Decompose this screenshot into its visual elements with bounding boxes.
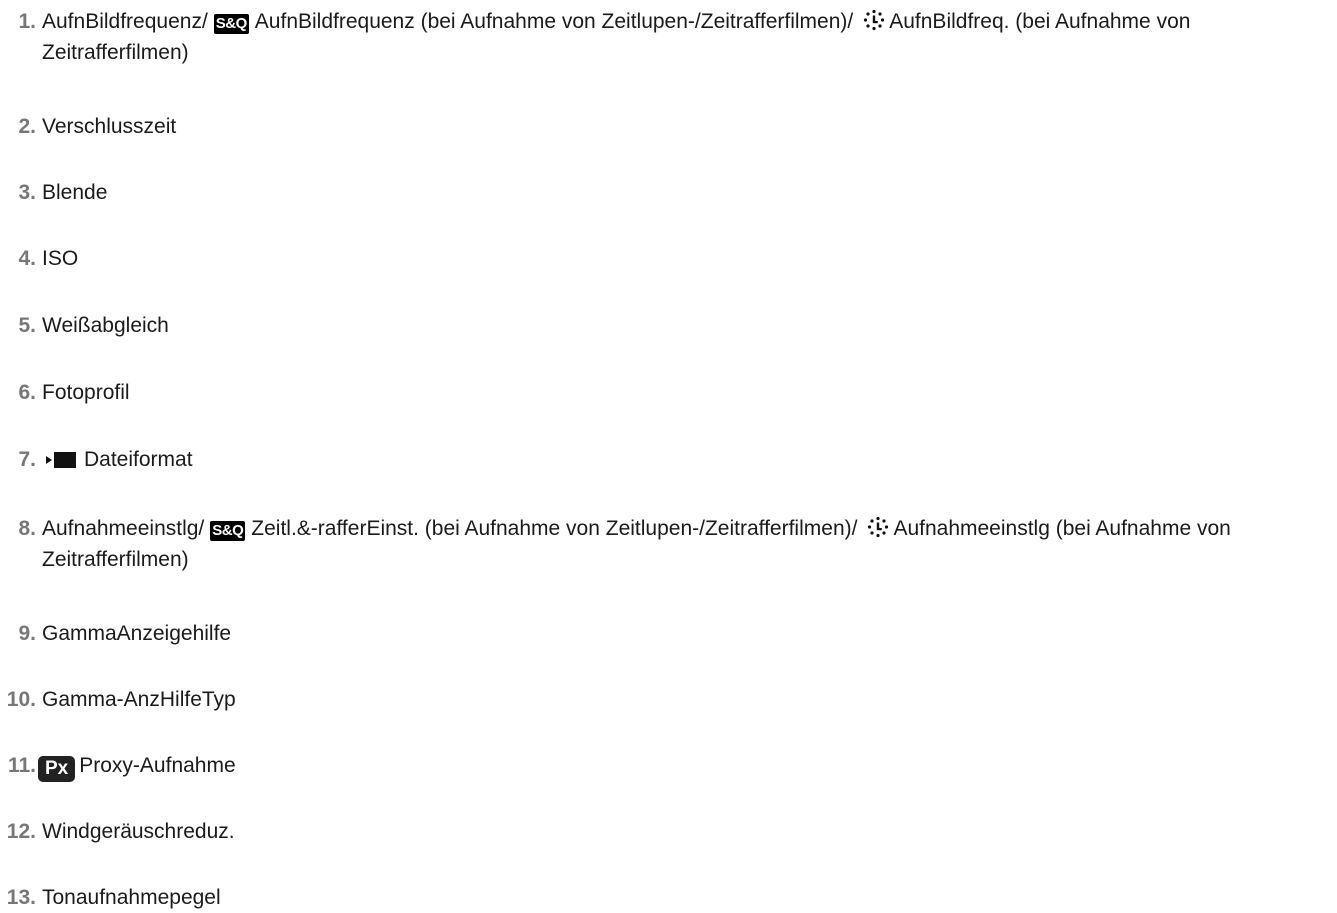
- item-number: 11.: [7, 754, 36, 777]
- list-item: 6. Fotoprofil: [0, 377, 1317, 408]
- item-text: ISO: [42, 247, 79, 270]
- item-text: Windgeräuschreduz.: [42, 820, 235, 843]
- item-number: 10.: [6, 688, 36, 711]
- list-item: 4. ISO: [0, 243, 1317, 274]
- item-text: Px Proxy-Aufnahme: [0, 750, 1317, 782]
- item-number: 8.: [18, 517, 36, 540]
- list-item: 3. Blende: [0, 177, 1317, 208]
- proxy-icon: Px: [38, 756, 76, 782]
- item-number: 9.: [18, 622, 36, 645]
- list-item: 10. Gamma-AnzHilfeTyp: [0, 684, 1317, 715]
- item-number: 1.: [18, 10, 36, 33]
- item-number: 5.: [18, 314, 36, 337]
- list-item: 13. Tonaufnahmepegel: [0, 882, 1317, 913]
- list-item: 11. Px Proxy-Aufnahme: [0, 750, 1317, 782]
- item-text: Tonaufnahmepegel: [42, 886, 221, 909]
- item-text: GammaAnzeigehilfe: [42, 622, 232, 645]
- item-number: 3.: [18, 181, 36, 204]
- list-item: 2. Verschlusszeit: [0, 111, 1317, 142]
- list-item: 5. Weißabgleich: [0, 310, 1317, 341]
- item-number: 13.: [6, 886, 36, 909]
- item-text: Aufnahmeeinstlg/S&Q Zeitl.&-rafferEinst. …: [42, 516, 1231, 571]
- item-text: AufnBildfrequenz/S&Q AufnBildfrequenz (be…: [42, 9, 1191, 64]
- item-text: Blende: [42, 181, 108, 204]
- movie-icon: [46, 452, 76, 468]
- item-number: 6.: [18, 381, 36, 404]
- item-text: Weißabgleich: [42, 314, 169, 337]
- item-number: 2.: [18, 115, 36, 138]
- timelapse-icon: [864, 9, 885, 31]
- item-text: Gamma-AnzHilfeTyp: [42, 688, 236, 711]
- list-item: 9. GammaAnzeigehilfe: [0, 618, 1317, 649]
- list-item: 1. AufnBildfrequenz/S&Q AufnBildfrequenz …: [0, 6, 1317, 68]
- item-text: Fotoprofil: [42, 381, 130, 404]
- item-number: 7.: [18, 448, 36, 471]
- list-item: 12. Windgeräuschreduz.: [0, 816, 1317, 847]
- list-item: 7. Dateiformat: [0, 444, 1317, 475]
- slow-quick-icon: S&Q: [210, 521, 246, 541]
- list-item: 8. Aufnahmeeinstlg/S&Q Zeitl.&-rafferEins…: [0, 513, 1317, 575]
- item-text: Verschlusszeit: [42, 115, 177, 138]
- item-number: 4.: [18, 247, 36, 270]
- item-text: Dateiformat: [0, 444, 1317, 475]
- item-number: 12.: [6, 820, 36, 843]
- slow-quick-icon: S&Q: [213, 14, 249, 34]
- timelapse-icon: [868, 516, 889, 538]
